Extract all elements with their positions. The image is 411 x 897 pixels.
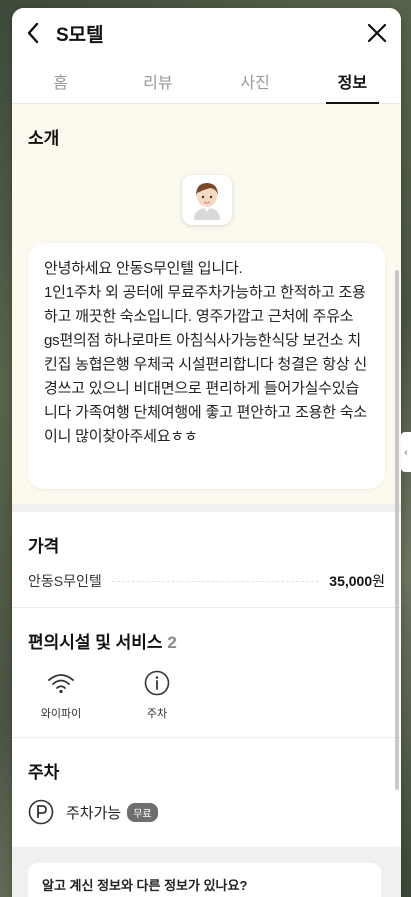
amenity-label: 와이파이 bbox=[40, 708, 82, 720]
info-icon bbox=[144, 670, 170, 696]
info-content[interactable]: 소개 안녕하세요 안동S무인텔 입니다. 1인1주차 외 공터에 무료주차가능하 bbox=[12, 104, 401, 897]
dotted-leader bbox=[111, 580, 320, 582]
price-number: 35,000 bbox=[329, 573, 373, 589]
wifi-icon bbox=[48, 674, 74, 694]
price-unit: 원 bbox=[372, 573, 385, 589]
intro-message: 안녕하세요 안동S무인텔 입니다. 1인1주차 외 공터에 무료주차가능하고 한… bbox=[28, 243, 385, 489]
amenity-label: 주차 bbox=[146, 708, 168, 720]
parking-title: 주차 bbox=[28, 763, 60, 782]
intro-section: 소개 안녕하세요 안동S무인텔 입니다. 1인1주차 외 공터에 무료주차가능하 bbox=[12, 104, 401, 504]
price-amount: 35,000원 bbox=[329, 571, 385, 591]
intro-text: 안녕하세요 안동S무인텔 입니다. 1인1주차 외 공터에 무료주차가능하고 한… bbox=[44, 260, 368, 445]
intro-title: 소개 bbox=[28, 129, 60, 148]
report-text: 알고 계신 정보와 다른 정보가 있나요? bbox=[42, 878, 248, 893]
amenities-count: 2 bbox=[167, 633, 177, 652]
section-divider bbox=[12, 504, 401, 512]
tab-photos[interactable]: 사진 bbox=[207, 58, 304, 103]
amenities-section: 편의시설 및 서비스 2 와이파이 주차 bbox=[12, 608, 401, 737]
price-title: 가격 bbox=[28, 537, 60, 556]
tab-home[interactable]: 홈 bbox=[12, 58, 109, 103]
parking-section: 주차 주차가능 무료 bbox=[12, 738, 401, 847]
close-icon bbox=[367, 23, 387, 43]
tab-bar: 홈 리뷰 사진 정보 bbox=[12, 58, 401, 104]
tab-reviews[interactable]: 리뷰 bbox=[109, 58, 206, 103]
side-panel-handle[interactable]: ‹ bbox=[401, 432, 411, 472]
tab-info[interactable]: 정보 bbox=[304, 58, 401, 104]
free-badge: 무료 bbox=[127, 802, 158, 822]
parking-icon bbox=[28, 799, 54, 825]
amenity-parking: 주차 bbox=[124, 669, 190, 721]
price-row: 안동S무인텔 35,000원 bbox=[28, 571, 385, 591]
place-detail-panel: S모텔 홈 리뷰 사진 정보 소개 안녕하세요 안동S무인텔 입니다. 1인1주… bbox=[12, 8, 401, 897]
amenities-title: 편의시설 및 서비스 2 bbox=[28, 628, 385, 653]
parking-row: 주차가능 무료 bbox=[28, 799, 385, 825]
amenities-title-text: 편의시설 및 서비스 bbox=[28, 633, 163, 652]
room-name: 안동S무인텔 bbox=[28, 573, 102, 589]
price-section: 가격 안동S무인텔 35,000원 bbox=[12, 512, 401, 607]
report-card[interactable]: 알고 계신 정보와 다른 정보가 있나요? bbox=[28, 863, 381, 897]
chevron-left-icon bbox=[27, 22, 39, 44]
back-button[interactable] bbox=[26, 21, 46, 45]
amenity-list: 와이파이 주차 bbox=[28, 669, 385, 721]
chevron-left-icon: ‹ bbox=[404, 446, 408, 458]
scrollbar[interactable] bbox=[395, 270, 399, 790]
person-icon bbox=[193, 183, 220, 220]
bottom-area: 알고 계신 정보와 다른 정보가 있나요? bbox=[12, 847, 401, 897]
header: S모텔 bbox=[12, 8, 401, 58]
host-avatar bbox=[181, 175, 232, 225]
parking-label: 주차가능 bbox=[66, 804, 122, 822]
page-title: S모텔 bbox=[56, 24, 104, 46]
close-button[interactable] bbox=[365, 21, 389, 45]
amenity-wifi: 와이파이 bbox=[28, 669, 94, 721]
